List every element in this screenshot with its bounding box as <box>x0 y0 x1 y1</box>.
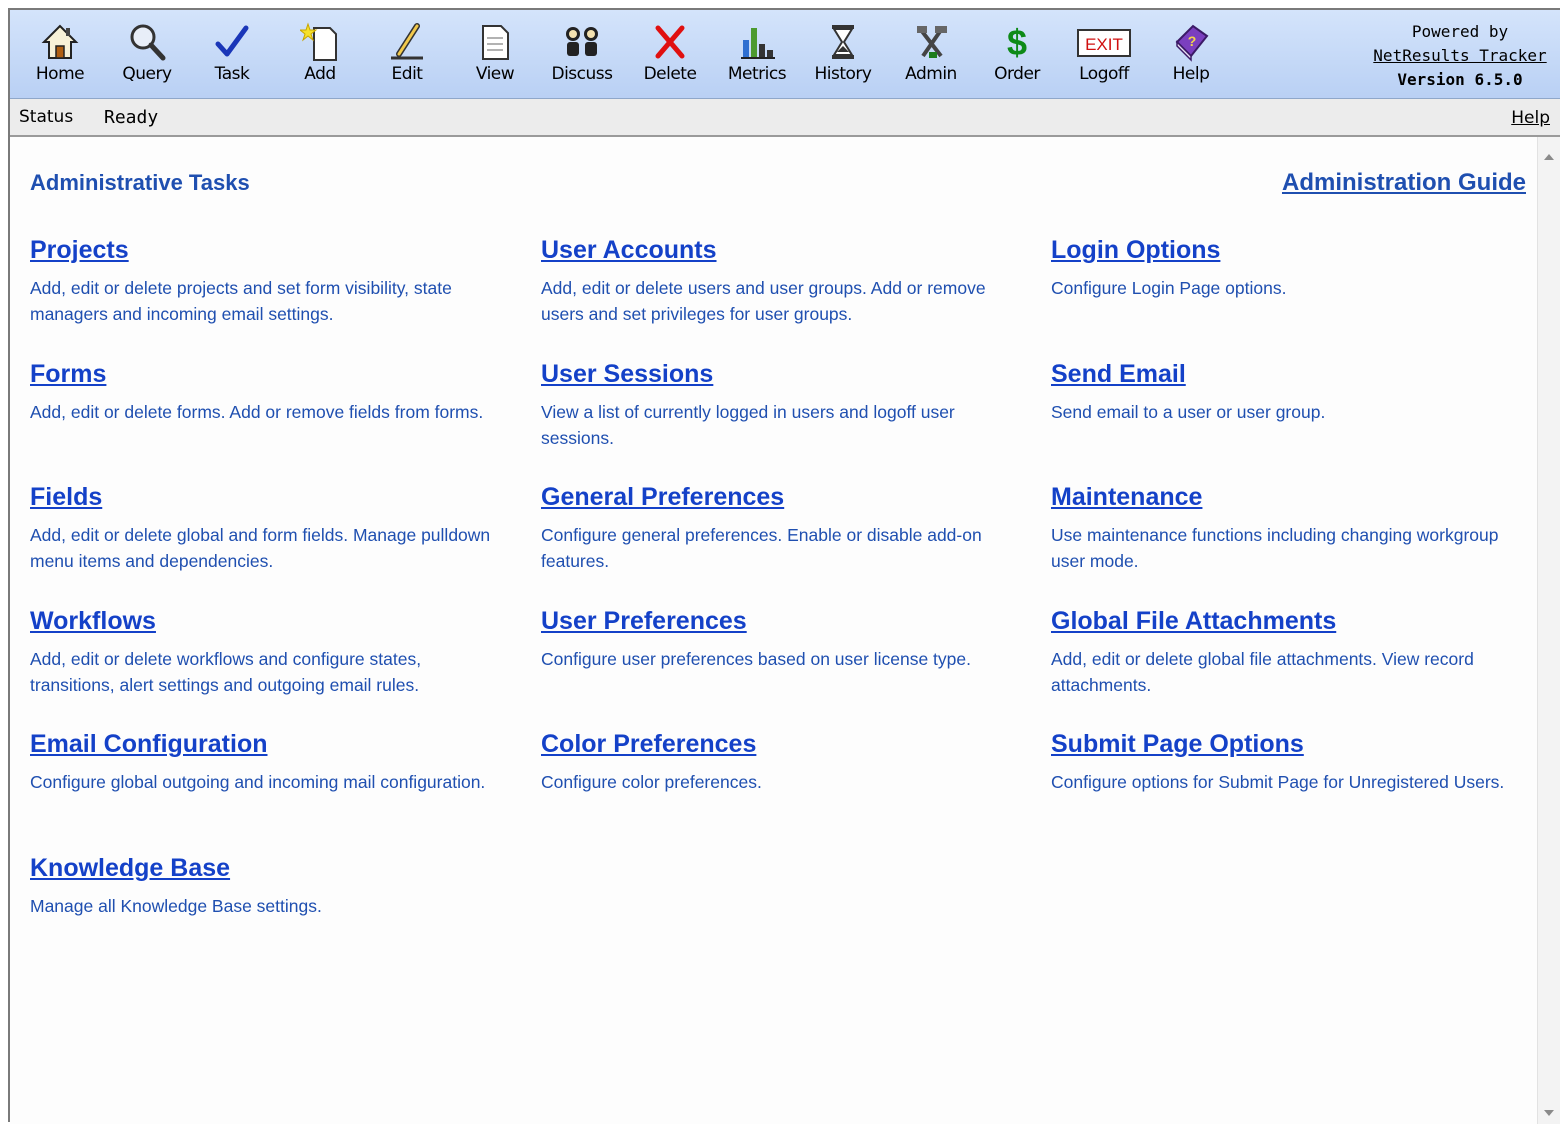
order-button[interactable]: $ Order <box>977 16 1057 94</box>
admin-button[interactable]: Admin <box>891 16 971 94</box>
maintenance-description: Use maintenance functions including chan… <box>1051 525 1499 571</box>
svg-text:$: $ <box>1007 22 1027 62</box>
task-global-file-attachments: Global File Attachments Add, edit or del… <box>1051 607 1521 698</box>
history-button[interactable]: History <box>803 16 883 94</box>
dollar-icon: $ <box>1007 22 1027 62</box>
task-knowledge-base: Knowledge Base Manage all Knowledge Base… <box>30 854 500 919</box>
home-button[interactable]: Home <box>20 16 100 94</box>
user-preferences-link[interactable]: User Preferences <box>541 607 747 636</box>
document-icon <box>482 25 509 60</box>
page-title: Administrative Tasks <box>30 170 250 195</box>
help-book-icon: ? <box>1175 24 1209 62</box>
logoff-button[interactable]: EXIT Logoff <box>1064 16 1144 94</box>
global-file-attachments-description: Add, edit or delete global file attachme… <box>1051 649 1474 695</box>
task-email-configuration: Email Configuration Configure global out… <box>30 730 500 795</box>
send-email-link[interactable]: Send Email <box>1051 360 1186 389</box>
submit-page-options-description: Configure options for Submit Page for Un… <box>1051 772 1505 792</box>
new-document-icon <box>300 22 337 61</box>
forms-description: Add, edit or delete forms. Add or remove… <box>30 402 484 422</box>
status-help-link[interactable]: Help <box>1511 108 1550 128</box>
login-options-description: Configure Login Page options. <box>1051 278 1287 298</box>
hourglass-icon <box>832 25 854 59</box>
bar-chart-icon <box>741 28 775 59</box>
scroll-down-arrow-icon[interactable] <box>1544 1110 1554 1116</box>
knowledge-base-link[interactable]: Knowledge Base <box>30 854 230 883</box>
task-user-sessions: User Sessions View a list of currently l… <box>541 360 1011 451</box>
general-preferences-link[interactable]: General Preferences <box>541 483 784 512</box>
main-toolbar: Home Query Task Add Edit View Discuss De… <box>10 10 1560 99</box>
task-projects: Projects Add, edit or delete projects an… <box>30 236 500 327</box>
tools-icon <box>917 26 947 58</box>
scroll-up-arrow-icon[interactable] <box>1544 154 1554 160</box>
forms-link[interactable]: Forms <box>30 360 106 389</box>
workflows-link[interactable]: Workflows <box>30 607 156 636</box>
user-sessions-link[interactable]: User Sessions <box>541 360 713 389</box>
task-button[interactable]: Task <box>192 16 272 94</box>
workflows-description: Add, edit or delete workflows and config… <box>30 649 422 695</box>
svg-text:EXIT: EXIT <box>1085 35 1123 54</box>
task-general-preferences: General Preferences Configure general pr… <box>541 483 1011 574</box>
task-fields: Fields Add, edit or delete global and fo… <box>30 483 500 574</box>
query-button[interactable]: Query <box>107 16 187 94</box>
powered-by-block: Powered by NetResults Tracker Version 6.… <box>1360 20 1560 92</box>
task-maintenance: Maintenance Use maintenance functions in… <box>1051 483 1521 574</box>
submit-page-options-link[interactable]: Submit Page Options <box>1051 730 1304 759</box>
user-accounts-link[interactable]: User Accounts <box>541 236 717 265</box>
knowledge-base-description: Manage all Knowledge Base settings. <box>30 896 322 916</box>
projects-description: Add, edit or delete projects and set for… <box>30 278 452 324</box>
red-x-icon <box>655 25 685 59</box>
exit-sign-icon: EXIT <box>1077 29 1131 57</box>
color-preferences-link[interactable]: Color Preferences <box>541 730 756 759</box>
fields-link[interactable]: Fields <box>30 483 102 512</box>
checkmark-icon <box>215 25 249 57</box>
user-accounts-description: Add, edit or delete users and user group… <box>541 278 986 324</box>
task-color-preferences: Color Preferences Configure color prefer… <box>541 730 1011 795</box>
status-bar: Status Ready Help <box>10 99 1560 137</box>
svg-text:?: ? <box>1188 33 1197 49</box>
discuss-button[interactable]: Discuss <box>542 16 622 94</box>
main-content: Administrative Tasks Administration Guid… <box>10 137 1538 1124</box>
send-email-description: Send email to a user or user group. <box>1051 402 1326 422</box>
task-submit-page-options: Submit Page Options Configure options fo… <box>1051 730 1521 795</box>
email-configuration-description: Configure global outgoing and incoming m… <box>30 772 486 792</box>
app-frame: Home Query Task Add Edit View Discuss De… <box>8 8 1560 1124</box>
task-login-options: Login Options Configure Login Page optio… <box>1051 236 1521 301</box>
task-workflows: Workflows Add, edit or delete workflows … <box>30 607 500 698</box>
add-button[interactable]: Add <box>280 16 360 94</box>
user-preferences-description: Configure user preferences based on user… <box>541 649 971 669</box>
view-button[interactable]: View <box>455 16 535 94</box>
version-text: Version 6.5.0 <box>1397 70 1523 89</box>
help-button[interactable]: ? Help <box>1151 16 1231 94</box>
maintenance-link[interactable]: Maintenance <box>1051 483 1202 512</box>
status-label: Status <box>19 107 74 127</box>
general-preferences-description: Configure general preferences. Enable or… <box>541 525 982 571</box>
user-sessions-description: View a list of currently logged in users… <box>541 402 955 448</box>
task-send-email: Send Email Send email to a user or user … <box>1051 360 1521 425</box>
home-icon <box>41 24 79 59</box>
global-file-attachments-link[interactable]: Global File Attachments <box>1051 607 1336 636</box>
product-link[interactable]: NetResults Tracker <box>1373 46 1546 65</box>
email-configuration-link[interactable]: Email Configuration <box>30 730 268 759</box>
task-user-accounts: User Accounts Add, edit or delete users … <box>541 236 1011 327</box>
status-value: Ready <box>104 107 159 128</box>
delete-button[interactable]: Delete <box>630 16 710 94</box>
fields-description: Add, edit or delete global and form fiel… <box>30 525 491 571</box>
task-forms: Forms Add, edit or delete forms. Add or … <box>30 360 500 425</box>
administration-guide-link[interactable]: Administration Guide <box>1282 169 1526 197</box>
login-options-link[interactable]: Login Options <box>1051 236 1220 265</box>
pencil-icon <box>391 23 423 60</box>
edit-button[interactable]: Edit <box>367 16 447 94</box>
color-preferences-description: Configure color preferences. <box>541 772 762 792</box>
people-icon <box>566 27 598 56</box>
projects-link[interactable]: Projects <box>30 236 129 265</box>
task-user-preferences: User Preferences Configure user preferen… <box>541 607 1011 672</box>
vertical-scrollbar[interactable] <box>1537 137 1560 1124</box>
powered-by-text: Powered by <box>1411 22 1509 41</box>
magnifier-icon <box>130 24 166 61</box>
metrics-button[interactable]: Metrics <box>717 16 797 94</box>
